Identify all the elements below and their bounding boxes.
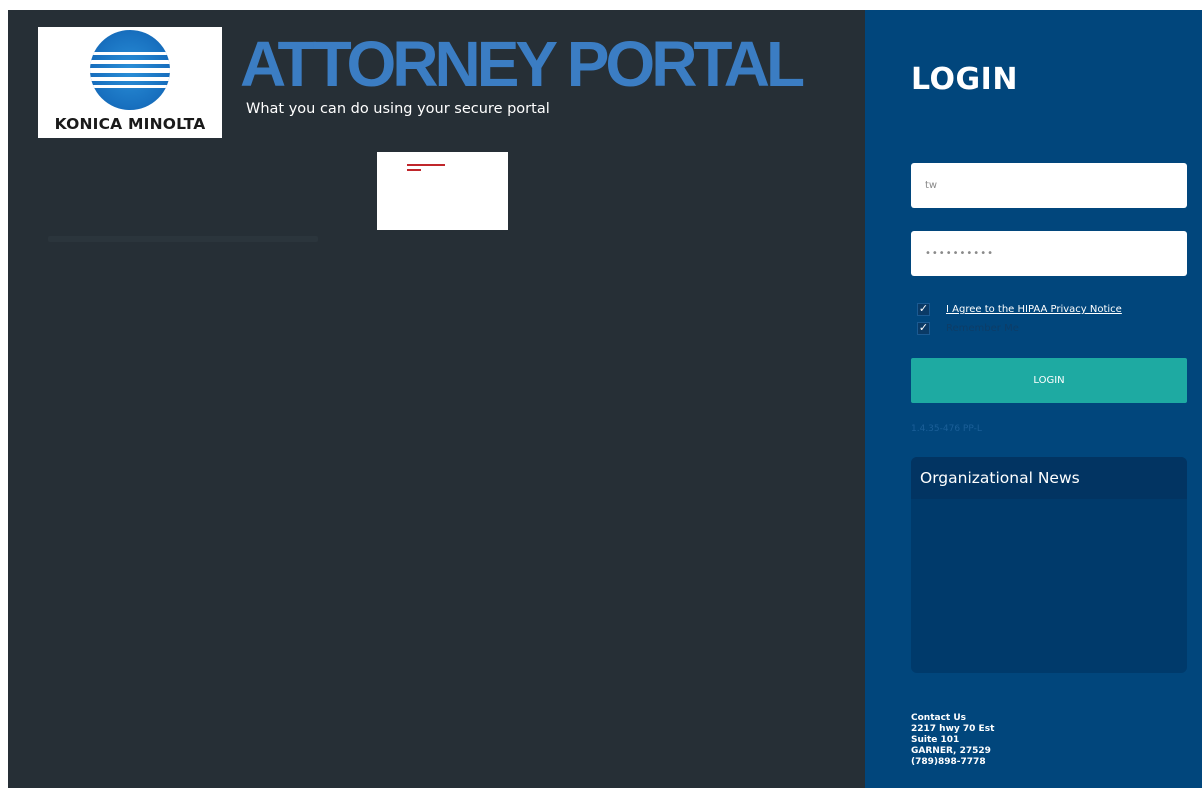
logo-text: KONICA MINOLTA xyxy=(54,115,206,133)
contact-phone: (789)898-7778 xyxy=(911,757,986,767)
news-title: Organizational News xyxy=(911,457,1187,499)
login-panel: LOGIN tw •••••••••• ✓ I Agree to the HIP… xyxy=(865,10,1202,788)
login-button[interactable]: LOGIN xyxy=(911,358,1187,403)
portal-page: KONICA MINOLTA ATTORNEY PORTAL What you … xyxy=(8,10,1202,788)
page-title: ATTORNEY PORTAL xyxy=(240,28,805,100)
username-field[interactable]: tw xyxy=(911,163,1187,208)
contact-address-line1: 2217 hwy 70 Est xyxy=(911,724,995,734)
remember-me-label: Remember Me xyxy=(946,323,1019,334)
contact-info: Contact Us 2217 hwy 70 Est Suite 101 GAR… xyxy=(911,713,994,768)
globe-icon xyxy=(90,30,170,110)
faint-text-line xyxy=(48,236,318,242)
hipaa-checkbox[interactable]: ✓ xyxy=(917,303,930,316)
remember-me-checkbox[interactable]: ✓ xyxy=(917,322,930,335)
page-subtitle: What you can do using your secure portal xyxy=(246,101,550,117)
password-field[interactable]: •••••••••• xyxy=(911,231,1187,276)
contact-address-line2: Suite 101 xyxy=(911,735,960,745)
contact-heading: Contact Us xyxy=(911,713,967,723)
document-thumbnail-text xyxy=(407,164,445,171)
organizational-news-panel: Organizational News xyxy=(911,457,1187,673)
login-title: LOGIN xyxy=(911,62,1018,97)
konica-minolta-logo: KONICA MINOLTA xyxy=(38,27,222,138)
contact-city-zip: GARNER, 27529 xyxy=(911,746,991,756)
version-label: 1.4.35-476 PP-L xyxy=(911,424,982,434)
document-thumbnail[interactable] xyxy=(377,152,508,230)
remember-me-row: ✓ Remember Me xyxy=(917,322,1019,335)
hipaa-privacy-link[interactable]: I Agree to the HIPAA Privacy Notice xyxy=(946,304,1122,315)
hipaa-agree-row: ✓ I Agree to the HIPAA Privacy Notice xyxy=(917,303,1122,316)
